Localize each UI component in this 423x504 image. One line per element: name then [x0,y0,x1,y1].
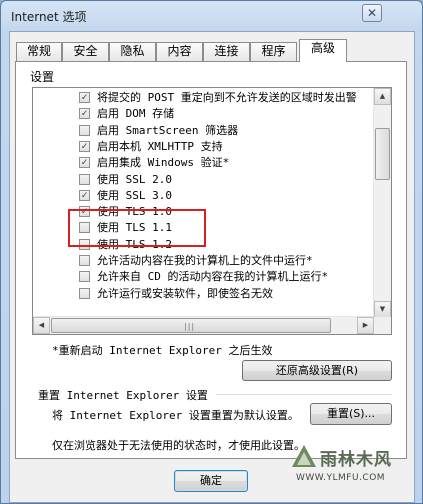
checkbox-checked-icon[interactable]: ✓ [79,189,90,201]
reset-button[interactable]: 重置(S)... [310,403,392,425]
settings-group-label: 设置 [30,70,55,84]
checkbox-checked-icon[interactable]: ✓ [79,157,90,169]
scroll-up-icon[interactable]: ▲ [374,88,391,105]
horizontal-scroll-thumb[interactable]: ||| [51,318,331,333]
close-button[interactable]: ✕ [362,4,382,22]
tab-content[interactable]: 内容 [156,42,203,61]
checkbox-checked-icon[interactable]: ✓ [79,140,90,152]
setting-label: 允许活动内容在我的计算机上的文件中运行* [97,254,313,267]
tab-connections[interactable]: 连接 [203,42,250,61]
restore-advanced-settings-button[interactable]: 还原高级设置(R) [242,360,392,381]
dialog-window: Internet 选项 ✕ 常规 安全 隐私 内容 连接 程序 高级 设置 ✓ 将… [0,0,423,504]
tab-security[interactable]: 安全 [62,42,109,61]
dialog-client: 常规 安全 隐私 内容 连接 程序 高级 设置 ✓ 将提交的 POST 重定向到不… [9,31,415,503]
checkbox-checked-icon[interactable]: ✓ [79,108,90,120]
watermark-logo-icon [292,445,316,467]
setting-label: 使用 SSL 2.0 [97,172,172,186]
vertical-scrollbar[interactable]: ▲ ▼ [373,88,391,318]
scroll-left-icon[interactable]: ◀ [33,317,50,334]
ok-button[interactable]: 确定 [174,470,248,492]
title-bar[interactable]: Internet 选项 ✕ [1,1,422,31]
checkbox-checked-icon[interactable]: ✓ [79,92,90,103]
checkbox-unchecked-icon[interactable] [79,287,90,299]
checkbox-unchecked-icon[interactable] [79,255,90,266]
setting-label: 允许运行或安装软件，即使签名无效 [97,286,273,300]
watermark-text: 雨林木风 [320,450,392,470]
close-icon: ✕ [366,6,378,20]
setting-label: 将提交的 POST 重定向到不允许发送的区域时发出警 [97,91,357,104]
tab-general[interactable]: 常规 [16,42,62,61]
vertical-scroll-thumb[interactable] [375,128,390,180]
tab-advanced[interactable]: 高级 [299,39,347,62]
reset-section-divider [216,394,392,395]
horizontal-scrollbar[interactable]: ◀ ||| ▶ [33,316,374,334]
scroll-grip-icon: ||| [184,322,196,331]
tab-privacy[interactable]: 隐私 [109,42,156,61]
checkbox-unchecked-icon[interactable] [79,271,90,283]
reset-section-title: 重置 Internet Explorer 设置 [38,389,208,402]
setting-label: 允许来自 CD 的活动内容在我的计算机上运行* [97,270,329,284]
tab-programs[interactable]: 程序 [250,42,297,61]
scroll-down-icon[interactable]: ▼ [374,301,391,318]
restart-note: *重新启动 Internet Explorer 之后生效 [52,344,273,357]
setting-label: 启用 SmartScreen 筛选器 [97,123,239,137]
checkbox-unchecked-icon[interactable] [79,124,90,136]
scroll-right-icon[interactable]: ▶ [357,317,374,334]
setting-label: 启用本机 XMLHTTP 支持 [97,139,223,153]
ssl-tls-highlight-box [68,209,206,247]
checkbox-unchecked-icon[interactable] [79,173,90,185]
watermark-url: WWW.YLMFU.COM [296,473,386,483]
site-watermark: 雨林木风 WWW.YLMFU.COM [290,443,408,491]
advanced-panel: 设置 ✓ 将提交的 POST 重定向到不允许发送的区域时发出警 ✓ 启用 DOM 存储… [15,61,407,459]
reset-description: 将 Internet Explorer 设置重置为默认设置。 [52,409,299,422]
setting-label: 启用 DOM 存储 [97,107,175,121]
setting-label: 启用集成 Windows 验证* [97,156,230,170]
setting-label: 使用 SSL 3.0 [97,188,172,202]
scrollbar-corner [374,317,391,334]
window-title: Internet 选项 [11,10,87,24]
reset-note: 仅在浏览器处于无法使用的状态时，才使用此设置。 [52,439,305,452]
